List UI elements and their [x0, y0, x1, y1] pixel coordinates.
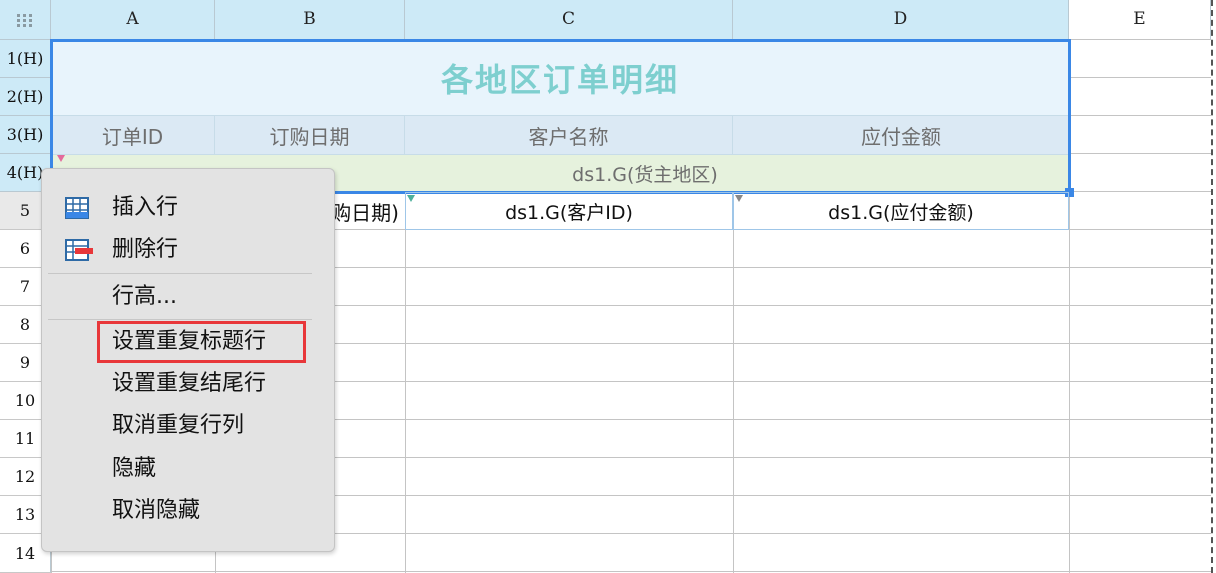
- menu-separator: [48, 319, 312, 320]
- column-header-b[interactable]: B: [215, 0, 405, 40]
- menu-item-set-repeat-title-row[interactable]: 设置重复标题行: [112, 326, 266, 358]
- column-header-c[interactable]: C: [405, 0, 733, 40]
- column-header-d[interactable]: D: [733, 0, 1069, 40]
- expand-marker-d5: [735, 195, 743, 202]
- grid-dots-icon: [17, 13, 32, 27]
- delete-row-icon: [64, 238, 94, 262]
- menu-item-unhide[interactable]: 取消隐藏: [112, 495, 200, 527]
- row-header-1[interactable]: 1(H): [0, 40, 51, 78]
- menu-item-delete-row[interactable]: 删除行: [112, 234, 178, 266]
- cell-d5[interactable]: ds1.G(应付金额): [733, 192, 1069, 230]
- menu-item-hide[interactable]: 隐藏: [112, 453, 156, 485]
- menu-item-cancel-repeat[interactable]: 取消重复行列: [112, 410, 244, 442]
- cell-c5-text: ds1.G(客户ID): [505, 201, 633, 224]
- expand-marker-c5: [407, 195, 415, 202]
- menu-item-set-repeat-footer-row[interactable]: 设置重复结尾行: [112, 368, 266, 400]
- page-break-line: [1211, 0, 1213, 573]
- insert-row-icon: [64, 196, 90, 220]
- context-menu: 插入行 删除行 行高... 设置重复标题行 设置重复结尾行 取消重复行列 隐藏 …: [41, 168, 335, 552]
- column-header-e[interactable]: E: [1069, 0, 1211, 40]
- corner-select-all[interactable]: [0, 0, 51, 40]
- row-header-3[interactable]: 3(H): [0, 116, 51, 154]
- row-header-2[interactable]: 2(H): [0, 78, 51, 116]
- cell-d5-text: ds1.G(应付金额): [828, 201, 974, 224]
- menu-separator: [48, 273, 312, 274]
- menu-item-insert-row[interactable]: 插入行: [112, 192, 178, 224]
- cell-c5[interactable]: ds1.G(客户ID): [405, 192, 733, 230]
- menu-item-row-height[interactable]: 行高...: [112, 281, 177, 313]
- column-header-a[interactable]: A: [51, 0, 215, 40]
